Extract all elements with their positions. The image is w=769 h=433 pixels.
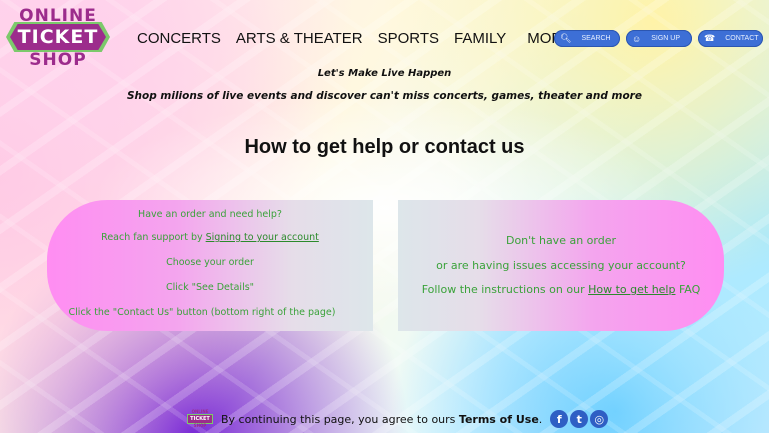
order-help-card: Have an order and need help? Reach fan s…	[47, 200, 373, 331]
no-order-help-card: Don't have an order or are having issues…	[398, 200, 724, 331]
instagram-icon[interactable]: ◎	[590, 410, 609, 428]
footer: ONLINE TICKET SHOP By continuing this pa…	[188, 409, 609, 429]
footer-logo[interactable]: ONLINE TICKET SHOP	[188, 409, 212, 429]
nav-family[interactable]: FAMILY	[454, 30, 506, 47]
nav-arts-theater[interactable]: ARTS & THEATER	[236, 30, 363, 47]
nav-sports[interactable]: SPORTS	[378, 30, 439, 47]
footer-logo-line-3: SHOP	[193, 423, 207, 428]
footer-text-suffix: .	[538, 412, 543, 426]
search-icon: 🔍︎	[560, 33, 572, 43]
how-to-get-help-link[interactable]: How to get help	[588, 283, 675, 296]
order-help-line-2: Reach fan support by Signing to your acc…	[47, 232, 373, 243]
sign-up-button-label: SIGN UP	[651, 35, 680, 42]
site-logo[interactable]: ONLINE TICKET SHOP	[4, 6, 112, 70]
footer-logo-line-1: ONLINE	[191, 409, 209, 414]
order-help-line-3: Choose your order	[166, 257, 254, 268]
contact-button[interactable]: ☎ CONTACT	[698, 30, 763, 47]
tagline-subheading: Shop milions of live events and discover…	[127, 90, 642, 102]
user-add-icon: ☺	[632, 33, 642, 44]
search-button-label: SEARCH	[581, 35, 611, 42]
order-help-line-5: Click the "Contact Us" button (bottom ri…	[68, 307, 336, 318]
search-button[interactable]: 🔍︎ SEARCH	[554, 30, 620, 47]
page-title: How to get help or contact us	[244, 136, 525, 158]
phone-icon: ☎	[704, 33, 716, 43]
footer-text: By continuing this page, you agree to ou…	[221, 413, 542, 426]
twitter-icon[interactable]: t	[570, 410, 589, 428]
nav-concerts[interactable]: CONCERTS	[137, 30, 221, 47]
no-order-line-3-text: Follow the instructions on our	[421, 283, 589, 296]
no-order-line-3: Follow the instructions on our How to ge…	[398, 283, 724, 296]
terms-of-use-link[interactable]: Terms of Use	[459, 413, 539, 426]
facebook-icon[interactable]: f	[550, 410, 569, 428]
tagline-heading: Let's Make Live Happen	[317, 68, 452, 79]
no-order-line-3-suffix: FAQ	[675, 283, 701, 296]
footer-logo-line-2: TICKET	[188, 415, 212, 423]
logo-line-shop: SHOP	[29, 50, 87, 70]
order-help-line-1: Have an order and need help?	[138, 209, 282, 220]
social-links: f t ◎	[550, 410, 609, 428]
main-nav: CONCERTS ARTS & THEATER SPORTS FAMILY MO…	[137, 30, 587, 47]
sign-up-button[interactable]: ☺ SIGN UP	[626, 30, 692, 47]
order-help-line-4: Click "See Details"	[165, 282, 255, 293]
footer-text-prefix: By continuing this page, you agree to ou…	[221, 412, 459, 426]
order-help-line-2-text: Reach fan support by	[101, 232, 206, 243]
contact-button-label: CONTACT	[725, 35, 759, 42]
sign-in-link[interactable]: Signing to your account	[206, 232, 319, 243]
logo-line-ticket: TICKET	[10, 24, 106, 50]
header-buttons: 🔍︎ SEARCH ☺ SIGN UP ☎ CONTACT	[554, 30, 763, 47]
no-order-line-2: or are having issues accessing your acco…	[436, 259, 686, 272]
no-order-line-1: Don't have an order	[505, 234, 617, 247]
